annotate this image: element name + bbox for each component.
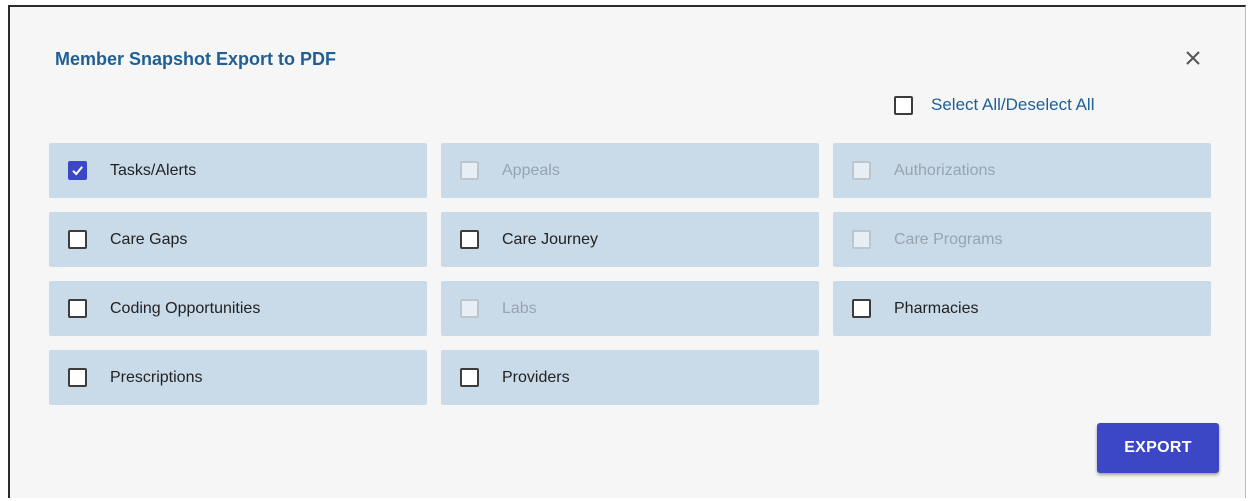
- option-checkbox[interactable]: [68, 299, 87, 318]
- option-label[interactable]: Providers: [502, 369, 570, 387]
- option-care-gaps[interactable]: Care Gaps: [49, 212, 427, 267]
- option-label: Care Programs: [894, 230, 1003, 248]
- option-label: Authorizations: [894, 161, 996, 179]
- export-button[interactable]: EXPORT: [1097, 423, 1219, 473]
- option-grid: Tasks/Alerts Appeals Authorizations Care Ga…: [49, 143, 1211, 405]
- export-dialog: Member Snapshot Export to PDF Select All…: [8, 5, 1246, 498]
- option-checkbox[interactable]: [68, 368, 87, 387]
- option-label[interactable]: Pharmacies: [894, 300, 978, 318]
- option-providers[interactable]: Providers: [441, 350, 819, 405]
- option-checkbox[interactable]: [852, 299, 871, 318]
- option-label[interactable]: Tasks/Alerts: [110, 162, 196, 180]
- option-checkbox: [460, 299, 479, 318]
- select-all-label[interactable]: Select All/Deselect All: [931, 95, 1094, 115]
- option-label[interactable]: Coding Opportunities: [110, 300, 260, 318]
- option-pharmacies[interactable]: Pharmacies: [833, 281, 1211, 336]
- option-authorizations: Authorizations: [833, 143, 1211, 198]
- select-all-checkbox[interactable]: [894, 95, 913, 115]
- option-tasks-alerts[interactable]: Tasks/Alerts: [49, 143, 427, 198]
- option-checkbox: [460, 161, 479, 180]
- option-coding-opportunities[interactable]: Coding Opportunities: [49, 281, 427, 336]
- option-label: Appeals: [502, 161, 560, 179]
- option-prescriptions[interactable]: Prescriptions: [49, 350, 427, 405]
- check-icon: [72, 166, 83, 176]
- option-care-programs: Care Programs: [833, 212, 1211, 267]
- option-checkbox[interactable]: [460, 368, 479, 387]
- option-checkbox: [852, 230, 871, 249]
- option-labs: Labs: [441, 281, 819, 336]
- option-label[interactable]: Prescriptions: [110, 369, 202, 387]
- option-checkbox[interactable]: [68, 161, 87, 180]
- option-label: Labs: [502, 299, 537, 317]
- option-checkbox[interactable]: [68, 230, 87, 249]
- option-label[interactable]: Care Gaps: [110, 231, 187, 249]
- option-appeals: Appeals: [441, 143, 819, 198]
- option-checkbox: [852, 161, 871, 180]
- close-icon[interactable]: [1180, 45, 1206, 71]
- select-all-toggle[interactable]: Select All/Deselect All: [894, 95, 1094, 115]
- option-label[interactable]: Care Journey: [502, 231, 598, 249]
- option-care-journey[interactable]: Care Journey: [441, 212, 819, 267]
- option-checkbox[interactable]: [460, 230, 479, 249]
- dialog-title: Member Snapshot Export to PDF: [55, 49, 337, 69]
